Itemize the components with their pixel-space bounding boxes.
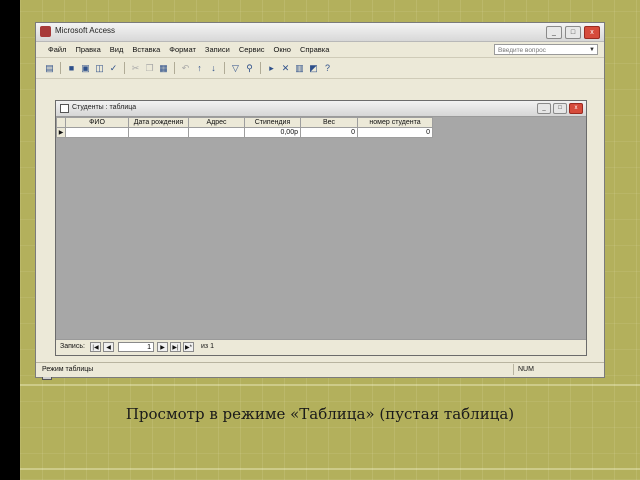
toolbar: ▤ ■ ▣ ◫ ✓ ✂ ❐ ▦ ↶ ↑ ↓ ▽ ⚲ ▸ ✕ ▥ ◩ ? [36, 58, 604, 79]
menu-format[interactable]: Формат [169, 45, 196, 54]
next-record-button[interactable]: ▶ [157, 342, 168, 352]
slide-caption: Просмотр в режиме «Таблица» (пустая табл… [125, 405, 515, 423]
toolbar-separator [124, 62, 125, 74]
print-preview-icon[interactable]: ◫ [94, 63, 105, 74]
menu-bar: Файл Правка Вид Вставка Формат Записи Се… [36, 42, 604, 58]
table-icon [60, 104, 69, 113]
delete-record-icon[interactable]: ✕ [280, 63, 291, 74]
access-window: Microsoft Access _ □ x Файл Правка Вид В… [35, 22, 605, 380]
cell-address[interactable] [188, 127, 245, 138]
menu-file[interactable]: Файл [48, 45, 66, 54]
save-icon[interactable]: ■ [66, 63, 77, 74]
table-close-button[interactable]: x [569, 103, 583, 114]
column-header-stipend[interactable]: Стипендия [244, 117, 301, 128]
table-row: ▶ 0,00р 0 0 [56, 127, 433, 138]
maximize-button[interactable]: □ [565, 26, 581, 39]
column-header-fio[interactable]: ФИО [65, 117, 129, 128]
table-window: Студенты : таблица _ □ x ФИО Дата рожден… [55, 100, 587, 356]
cell-fio[interactable] [65, 127, 129, 138]
record-navigation-bar: Запись: |◀ ◀ 1 ▶ ▶| ▶* из 1 [56, 339, 586, 355]
close-button[interactable]: x [584, 26, 600, 39]
sort-asc-icon[interactable]: ↑ [194, 63, 205, 74]
header-row: ФИО Дата рождения Адрес Стипендия Вес но… [56, 117, 433, 128]
table-window-title: Студенты : таблица [72, 104, 137, 111]
database-window-icon[interactable]: ▥ [294, 63, 305, 74]
last-record-button[interactable]: ▶| [170, 342, 181, 352]
cut-icon[interactable]: ✂ [130, 63, 141, 74]
current-record-input[interactable]: 1 [118, 342, 154, 352]
column-header-student-number[interactable]: номер студента [357, 117, 433, 128]
slide-decor-line [20, 468, 640, 470]
cell-stipend[interactable]: 0,00р [244, 127, 301, 138]
of-label: из [201, 343, 209, 350]
record-label: Запись: [60, 343, 85, 350]
chevron-down-icon[interactable]: ▼ [589, 45, 595, 56]
cell-birthdate[interactable] [128, 127, 189, 138]
first-record-button[interactable]: |◀ [90, 342, 101, 352]
column-header-birthdate[interactable]: Дата рождения [128, 117, 189, 128]
menu-edit[interactable]: Правка [75, 45, 100, 54]
table-maximize-button[interactable]: □ [553, 103, 567, 114]
access-app-icon [40, 26, 51, 37]
title-bar: Microsoft Access _ □ x [36, 23, 604, 42]
mdi-workspace: Студенты : таблица _ □ x ФИО Дата рожден… [38, 79, 602, 380]
copy-icon[interactable]: ❐ [144, 63, 155, 74]
filter-icon[interactable]: ▽ [230, 63, 241, 74]
datasheet-grid: ФИО Дата рождения Адрес Стипендия Вес но… [56, 117, 433, 138]
toolbar-separator [60, 62, 61, 74]
table-minimize-button[interactable]: _ [537, 103, 551, 114]
undo-icon[interactable]: ↶ [180, 63, 191, 74]
new-record-icon[interactable]: ▸ [266, 63, 277, 74]
menu-records[interactable]: Записи [205, 45, 230, 54]
help-icon[interactable]: ? [322, 63, 333, 74]
slide-decor-line [20, 384, 640, 386]
minimize-button[interactable]: _ [546, 26, 562, 39]
new-record-button[interactable]: ▶* [183, 342, 194, 352]
toolbar-separator [260, 62, 261, 74]
menu-view[interactable]: Вид [110, 45, 124, 54]
sort-desc-icon[interactable]: ↓ [208, 63, 219, 74]
status-num-indicator: NUM [513, 364, 548, 375]
menu-window[interactable]: Окно [274, 45, 291, 54]
total-records: 1 [210, 343, 214, 350]
toolbar-separator [224, 62, 225, 74]
help-placeholder: Введите вопрос [498, 47, 546, 54]
prev-record-button[interactable]: ◀ [103, 342, 114, 352]
column-header-weight[interactable]: Вес [300, 117, 358, 128]
window-title: Microsoft Access [55, 26, 116, 35]
view-icon[interactable]: ▤ [44, 63, 55, 74]
corner-selector[interactable] [56, 117, 66, 128]
status-mode: Режим таблицы [42, 366, 94, 373]
column-header-address[interactable]: Адрес [188, 117, 245, 128]
row-selector[interactable]: ▶ [56, 127, 66, 138]
menu-help[interactable]: Справка [300, 45, 329, 54]
table-window-title-bar: Студенты : таблица _ □ x [56, 101, 586, 117]
spelling-icon[interactable]: ✓ [108, 63, 119, 74]
help-question-input[interactable]: Введите вопрос ▼ [494, 44, 598, 55]
new-object-icon[interactable]: ◩ [308, 63, 319, 74]
record-count: из 1 [201, 343, 214, 350]
find-icon[interactable]: ⚲ [244, 63, 255, 74]
toolbar-separator [174, 62, 175, 74]
cell-student-number[interactable]: 0 [357, 127, 433, 138]
print-icon[interactable]: ▣ [80, 63, 91, 74]
status-bar: Режим таблицы NUM [36, 362, 604, 377]
paste-icon[interactable]: ▦ [158, 63, 169, 74]
menu-tools[interactable]: Сервис [239, 45, 265, 54]
menu-insert[interactable]: Вставка [132, 45, 160, 54]
cell-weight[interactable]: 0 [300, 127, 358, 138]
